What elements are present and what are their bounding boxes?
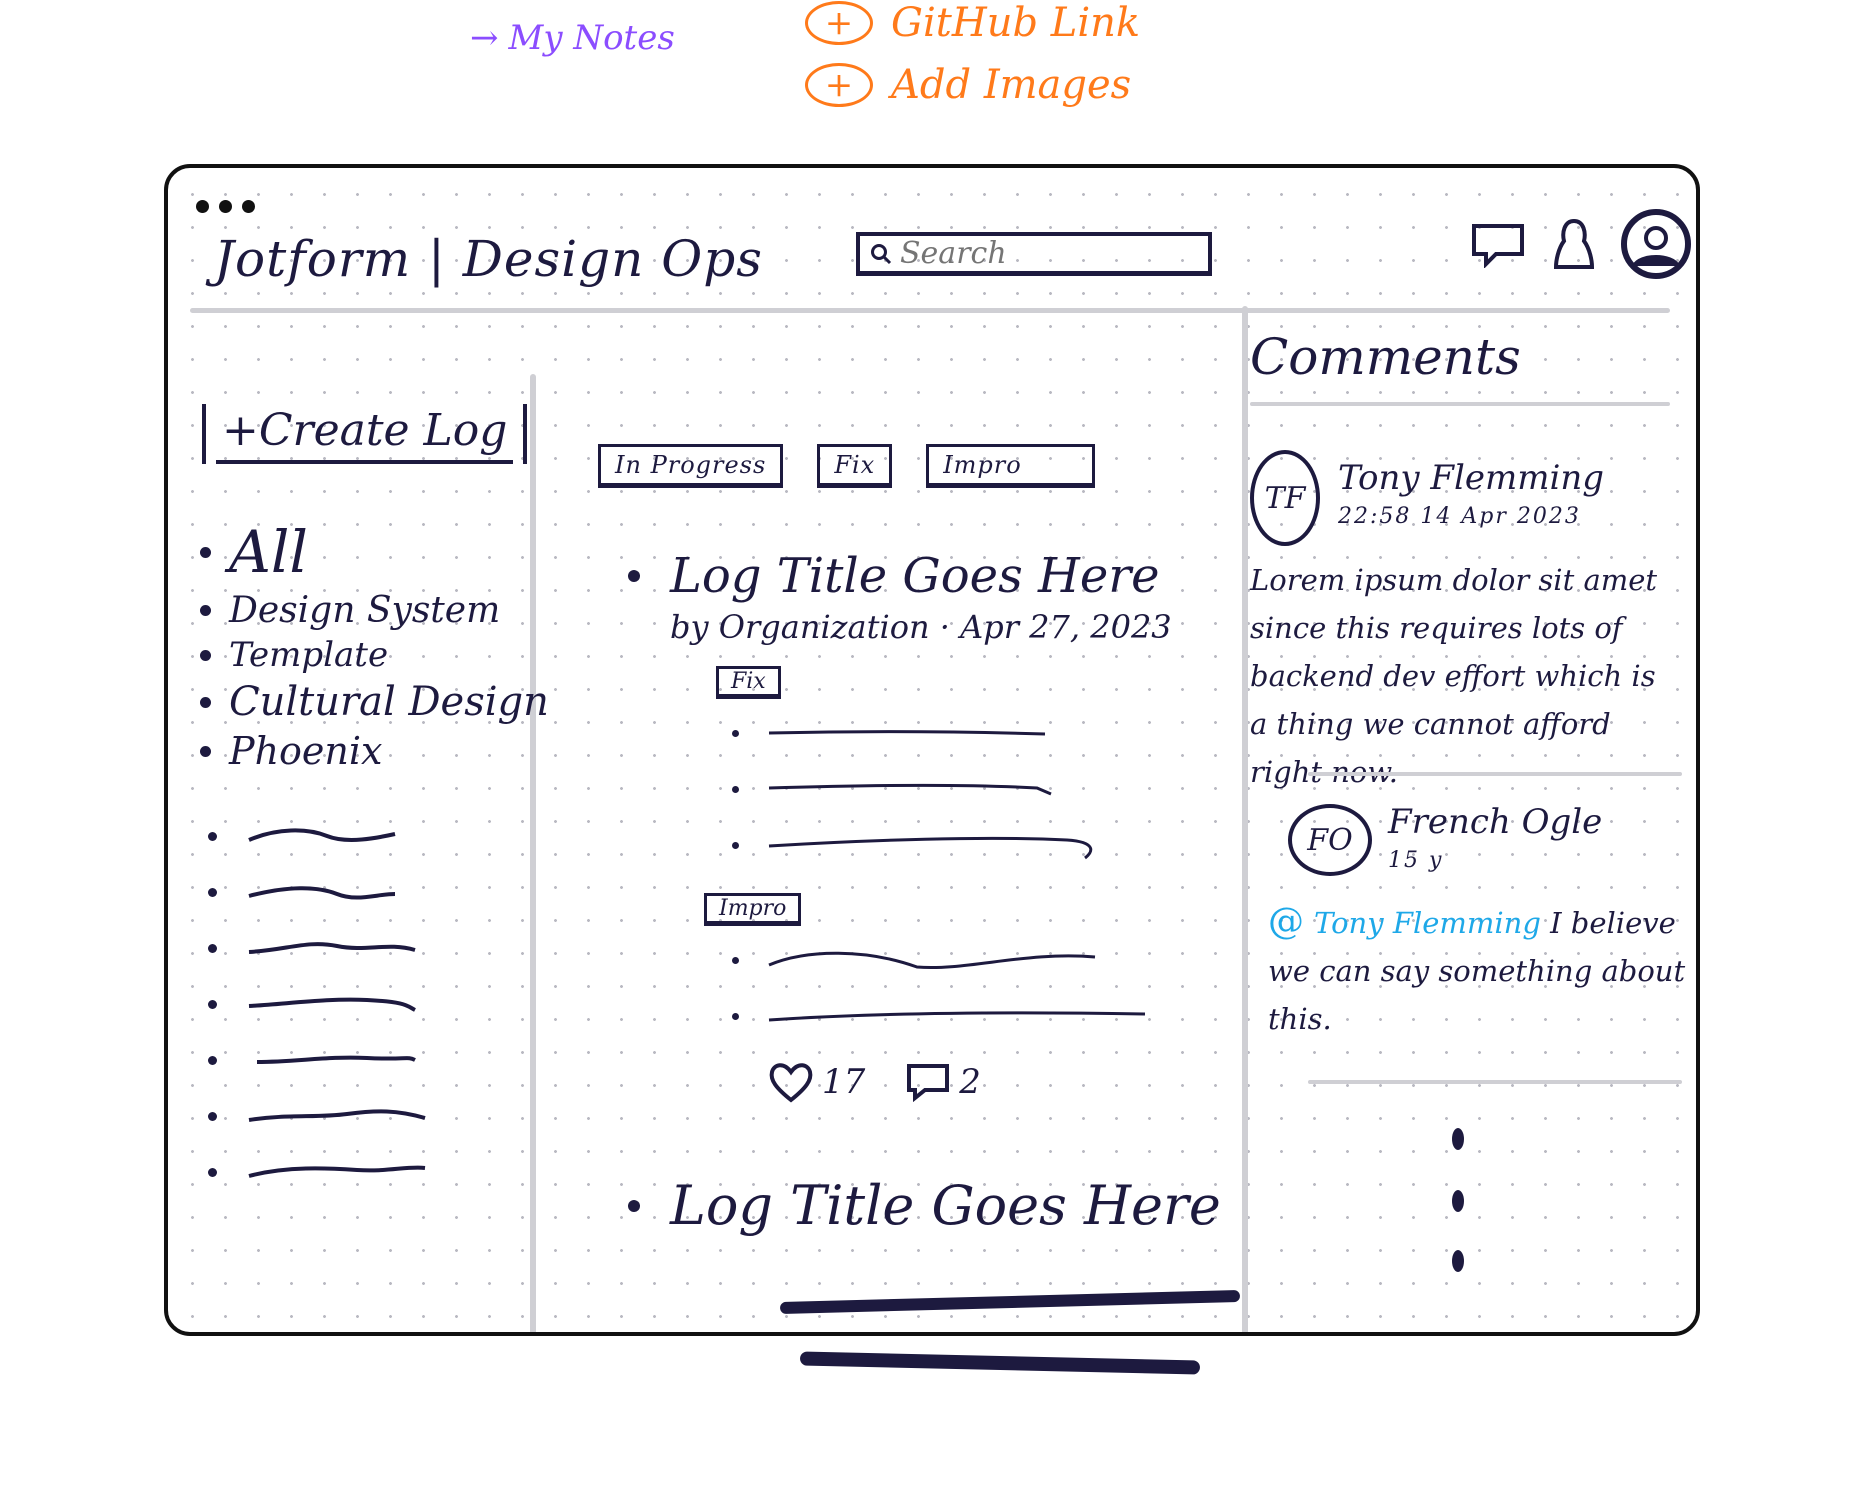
user-icon[interactable] xyxy=(1550,217,1598,271)
comment-icon xyxy=(907,1064,950,1102)
list-item xyxy=(732,932,1172,988)
add-images-note: + Add Images xyxy=(805,62,1131,108)
more-dot xyxy=(1452,1250,1464,1272)
like-count: 17 xyxy=(822,1062,866,1102)
list-item xyxy=(732,705,1172,761)
log-entry[interactable]: Log Title Goes Here xyxy=(628,1174,1221,1237)
status-tabs: In Progress Fix Impro xyxy=(598,444,1095,488)
arrow-right-icon: → xyxy=(470,18,499,58)
comment-body: Lorem ipsum dolor sit amet since this re… xyxy=(1250,563,1658,789)
list-item[interactable] xyxy=(208,808,427,864)
window-controls[interactable] xyxy=(196,200,255,213)
comment-divider xyxy=(1308,772,1682,776)
list-item xyxy=(732,988,1172,1044)
app-window: Jotform | Design Ops +Create Log All Des… xyxy=(164,164,1700,1336)
comment-body: @ Tony Flemming I believe we can say some… xyxy=(1268,901,1686,1036)
comment-timestamp: 15 y xyxy=(1388,848,1444,873)
category-placeholder-list xyxy=(208,808,427,1200)
log-meta: by Organization · Apr 27, 2023 xyxy=(670,608,1172,646)
avatar[interactable]: FO xyxy=(1288,804,1372,876)
list-item xyxy=(732,817,1172,873)
section-tag-impro: Impro xyxy=(704,893,802,926)
my-notes-note: → My Notes xyxy=(470,18,675,58)
scribble-underline xyxy=(799,1351,1201,1375)
list-item[interactable] xyxy=(208,1088,427,1144)
comment-author[interactable]: French Ogle xyxy=(1388,802,1602,842)
github-link-note: + GitHub Link xyxy=(805,0,1140,46)
category-item-phoenix[interactable]: Phoenix xyxy=(200,729,549,773)
comments-divider xyxy=(1242,306,1248,1332)
fix-items xyxy=(628,705,1172,873)
category-item-all[interactable]: All xyxy=(200,518,549,586)
header-divider xyxy=(190,308,1670,313)
tab-impro[interactable]: Impro xyxy=(926,444,1095,488)
comments-title-divider xyxy=(1250,402,1670,406)
plus-circle-icon: + xyxy=(805,63,873,107)
category-item-design-system[interactable]: Design System xyxy=(200,590,549,631)
category-item-cultural-design[interactable]: Cultural Design xyxy=(200,679,549,725)
create-log-button[interactable]: +Create Log xyxy=(192,404,537,464)
list-item[interactable] xyxy=(208,864,427,920)
list-item[interactable] xyxy=(208,1032,427,1088)
list-item[interactable] xyxy=(208,920,427,976)
tab-fix[interactable]: Fix xyxy=(817,444,893,488)
search-box[interactable] xyxy=(856,232,1212,276)
plus-circle-icon: + xyxy=(805,1,873,45)
comment-divider xyxy=(1308,1080,1682,1084)
list-item[interactable] xyxy=(208,976,427,1032)
comment-author[interactable]: Tony Flemming xyxy=(1338,458,1604,498)
app-title: Jotform | Design Ops xyxy=(214,230,763,288)
list-item xyxy=(732,761,1172,817)
tab-in-progress[interactable]: In Progress xyxy=(598,444,784,488)
log-title[interactable]: Log Title Goes Here xyxy=(670,548,1160,604)
category-list: All Design System Template Cultural Desi… xyxy=(200,518,549,777)
avatar[interactable]: TF xyxy=(1250,450,1320,546)
log-entry[interactable]: Log Title Goes Here by Organization · Ap… xyxy=(628,548,1172,1104)
list-item[interactable] xyxy=(208,1144,427,1200)
more-dot xyxy=(1452,1128,1464,1150)
search-icon xyxy=(871,243,892,264)
comment-count: 2 xyxy=(959,1062,981,1102)
search-input[interactable] xyxy=(898,235,1182,272)
more-dot xyxy=(1452,1190,1464,1212)
log-title[interactable]: Log Title Goes Here xyxy=(670,1174,1221,1237)
like-button[interactable]: 17 xyxy=(768,1060,865,1104)
avatar-icon[interactable] xyxy=(1620,208,1692,280)
log-stats: 17 2 xyxy=(768,1060,1172,1104)
comment-timestamp: 22:58 14 Apr 2023 xyxy=(1338,504,1581,529)
impro-items xyxy=(628,932,1172,1044)
section-tag-fix: Fix xyxy=(716,666,781,699)
mention-link[interactable]: Tony Flemming xyxy=(1314,906,1541,940)
message-icon[interactable] xyxy=(1470,220,1528,268)
category-item-template[interactable]: Template xyxy=(200,635,549,675)
header-icons xyxy=(1470,208,1692,280)
comments-title: Comments xyxy=(1250,328,1521,386)
mention-icon: @ xyxy=(1268,901,1304,942)
heart-icon xyxy=(769,1063,813,1103)
comment-button[interactable]: 2 xyxy=(905,1062,981,1102)
